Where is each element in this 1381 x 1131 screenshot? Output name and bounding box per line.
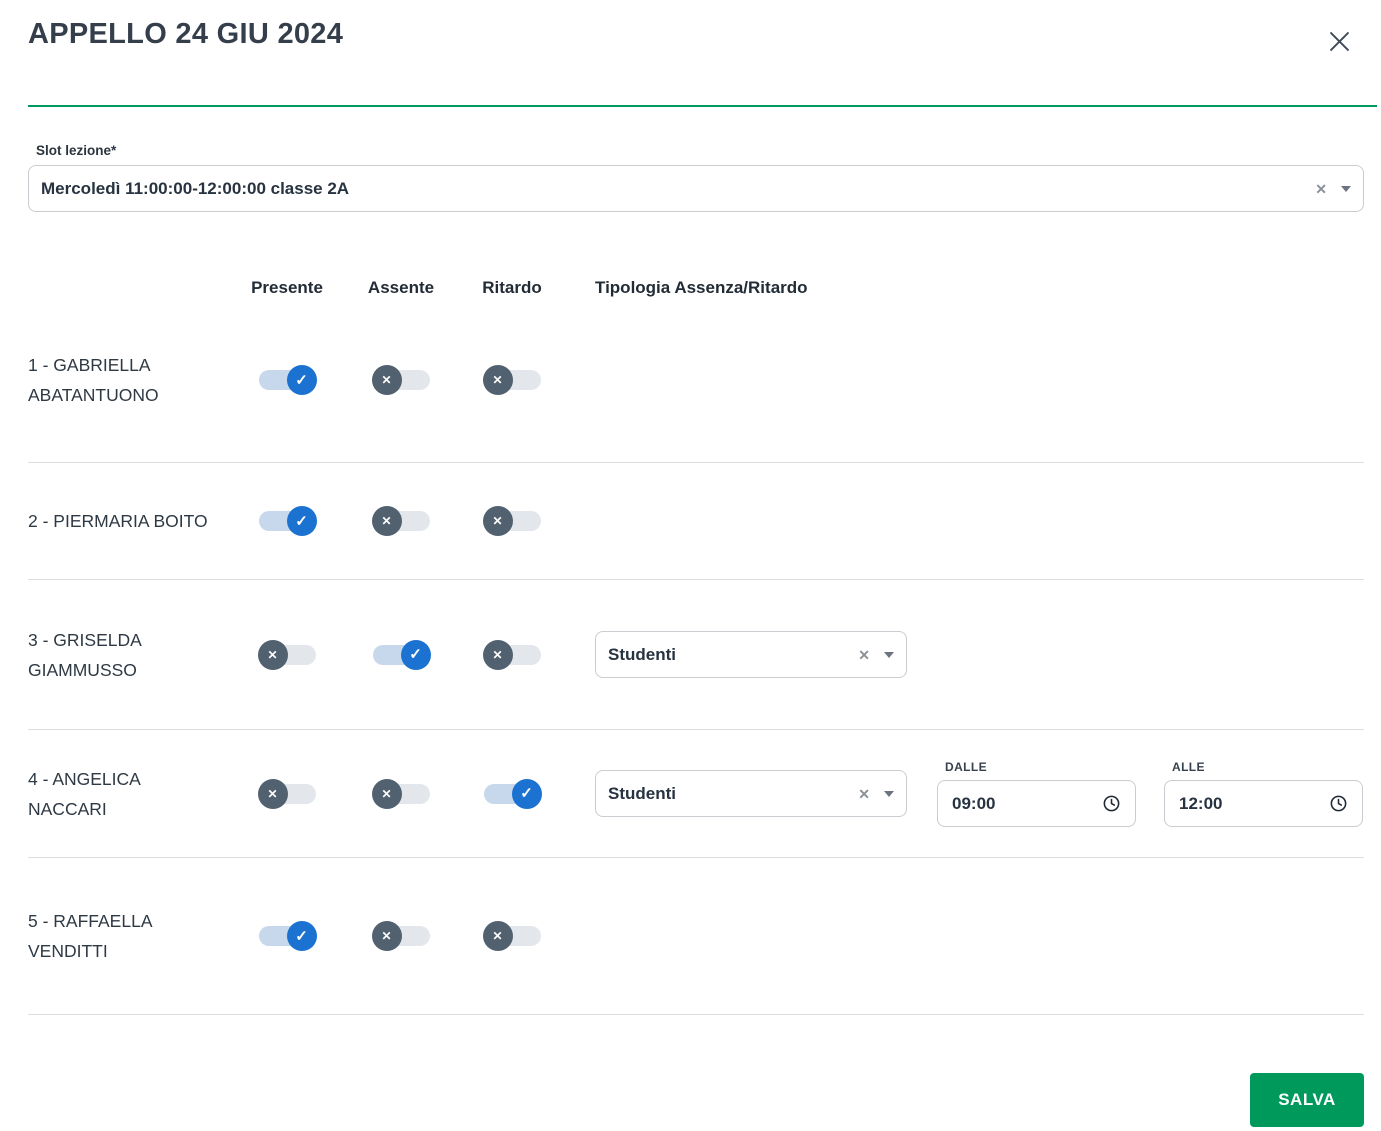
table-row: 5 - RAFFAELLA VENDITTI ✓✕ ✓✕ ✓✕ bbox=[28, 858, 1364, 1015]
cross-icon: ✕ bbox=[381, 786, 392, 801]
tipologia-value: Studenti bbox=[608, 783, 676, 803]
clear-icon[interactable]: ✕ bbox=[858, 787, 870, 801]
chevron-down-icon[interactable] bbox=[884, 651, 894, 658]
clock-icon[interactable] bbox=[1102, 794, 1121, 813]
assente-toggle[interactable]: ✓✕ bbox=[371, 778, 430, 809]
toggle-knob: ✓✕ bbox=[257, 639, 288, 670]
modal-footer: SALVA bbox=[0, 1015, 1381, 1127]
toggle-knob: ✓✕ bbox=[371, 365, 402, 395]
dalle-time-value: 09:00 bbox=[952, 793, 996, 813]
modal-body: Slot lezione* Mercoledì 11:00:00-12:00:0… bbox=[0, 143, 1381, 1015]
toggle-knob: ✓✕ bbox=[257, 778, 288, 809]
toggle-knob: ✓✕ bbox=[482, 506, 513, 536]
cross-icon: ✕ bbox=[381, 929, 392, 943]
assente-toggle[interactable]: ✓✕ bbox=[371, 365, 430, 395]
student-name: 4 - ANGELICA NACCARI bbox=[28, 768, 140, 819]
toggle-knob: ✓✕ bbox=[482, 365, 513, 395]
assente-toggle[interactable]: ✓✕ bbox=[372, 639, 431, 670]
close-icon bbox=[1330, 32, 1349, 51]
toggle-knob: ✓✕ bbox=[371, 506, 402, 536]
toggle-knob: ✓✕ bbox=[371, 778, 402, 809]
student-name: 5 - RAFFAELLA VENDITTI bbox=[28, 911, 152, 961]
ritardo-toggle[interactable]: ✓✕ bbox=[482, 506, 541, 536]
dalle-label: DALLE bbox=[945, 760, 987, 774]
appello-modal: APPELLO 24 GIU 2024 Slot lezione* Mercol… bbox=[0, 0, 1381, 1131]
tipologia-select[interactable]: Studenti ✕ bbox=[595, 770, 907, 817]
presente-toggle[interactable]: ✓✕ bbox=[258, 506, 317, 536]
cross-icon: ✕ bbox=[267, 647, 278, 662]
slot-lezione-label: Slot lezione* bbox=[36, 143, 117, 158]
clear-icon[interactable]: ✕ bbox=[1315, 182, 1327, 196]
toggle-knob: ✓✕ bbox=[371, 921, 402, 951]
alle-label: ALLE bbox=[1172, 760, 1205, 774]
table-header-row: Presente Assente Ritardo Tipologia Assen… bbox=[28, 272, 1364, 298]
chevron-down-icon[interactable] bbox=[1341, 185, 1351, 192]
cross-icon: ✕ bbox=[381, 514, 392, 528]
ritardo-toggle[interactable]: ✓✕ bbox=[482, 639, 541, 670]
presente-toggle[interactable]: ✓✕ bbox=[257, 778, 316, 809]
tipologia-value: Studenti bbox=[608, 644, 676, 664]
cross-icon: ✕ bbox=[267, 786, 278, 801]
table-row: 4 - ANGELICA NACCARI ✓✕ ✓✕ ✓✕ bbox=[28, 730, 1364, 858]
assente-toggle[interactable]: ✓✕ bbox=[371, 506, 430, 536]
table-row: 3 - GRISELDA GIAMMUSSO ✓✕ ✓✕ ✓✕ bbox=[28, 580, 1364, 730]
table-row: 2 - PIERMARIA BOITO ✓✕ ✓✕ ✓✕ bbox=[28, 463, 1364, 580]
ritardo-toggle[interactable]: ✓✕ bbox=[482, 921, 541, 951]
toggle-knob: ✓✕ bbox=[511, 778, 542, 809]
modal-header: APPELLO 24 GIU 2024 bbox=[0, 0, 1381, 61]
presente-toggle[interactable]: ✓✕ bbox=[257, 639, 316, 670]
assente-toggle[interactable]: ✓✕ bbox=[371, 921, 430, 951]
clock-icon[interactable] bbox=[1329, 794, 1348, 813]
alle-time-input[interactable]: 12:00 bbox=[1164, 780, 1363, 827]
check-icon: ✓ bbox=[520, 785, 533, 802]
toggle-knob: ✓✕ bbox=[482, 639, 513, 670]
alle-time-value: 12:00 bbox=[1179, 793, 1223, 813]
student-rows: 1 - GABRIELLA ABATANTUONO ✓✕ ✓✕ ✓✕ bbox=[28, 298, 1364, 1015]
toggle-knob: ✓✕ bbox=[400, 639, 431, 670]
header-tipologia: Tipologia Assenza/Ritardo bbox=[595, 278, 808, 297]
student-name: 2 - PIERMARIA BOITO bbox=[28, 511, 208, 531]
ritardo-toggle[interactable]: ✓✕ bbox=[482, 365, 541, 395]
header-presente: Presente bbox=[251, 278, 323, 297]
check-icon: ✓ bbox=[409, 646, 422, 663]
presente-toggle[interactable]: ✓✕ bbox=[258, 921, 317, 951]
student-name: 1 - GABRIELLA ABATANTUONO bbox=[28, 355, 159, 405]
check-icon: ✓ bbox=[295, 371, 308, 389]
tipologia-select[interactable]: Studenti ✕ bbox=[595, 631, 907, 678]
student-name: 3 - GRISELDA GIAMMUSSO bbox=[28, 629, 141, 680]
table-row: 1 - GABRIELLA ABATANTUONO ✓✕ ✓✕ ✓✕ bbox=[28, 298, 1364, 463]
ritardo-toggle[interactable]: ✓✕ bbox=[483, 778, 542, 809]
check-icon: ✓ bbox=[295, 927, 308, 945]
toggle-knob: ✓✕ bbox=[482, 921, 513, 951]
clear-icon[interactable]: ✕ bbox=[858, 648, 870, 662]
cross-icon: ✕ bbox=[492, 514, 503, 528]
cross-icon: ✕ bbox=[381, 373, 392, 387]
slot-lezione-value: Mercoledì 11:00:00-12:00:00 classe 2A bbox=[41, 178, 350, 198]
header-divider bbox=[28, 105, 1377, 107]
close-button[interactable] bbox=[1320, 22, 1359, 61]
dalle-time-input[interactable]: 09:00 bbox=[937, 780, 1136, 827]
check-icon: ✓ bbox=[295, 512, 308, 530]
toggle-knob: ✓✕ bbox=[286, 506, 317, 536]
slot-lezione-select[interactable]: Mercoledì 11:00:00-12:00:00 classe 2A ✕ bbox=[28, 165, 1364, 212]
toggle-knob: ✓✕ bbox=[286, 365, 317, 395]
presente-toggle[interactable]: ✓✕ bbox=[258, 365, 317, 395]
save-button[interactable]: SALVA bbox=[1250, 1073, 1364, 1127]
cross-icon: ✕ bbox=[492, 929, 503, 943]
slot-lezione-field: Slot lezione* Mercoledì 11:00:00-12:00:0… bbox=[28, 143, 1364, 212]
header-assente: Assente bbox=[367, 278, 435, 297]
cross-icon: ✕ bbox=[492, 373, 503, 387]
page-title: APPELLO 24 GIU 2024 bbox=[28, 18, 344, 50]
header-ritardo: Ritardo bbox=[482, 278, 542, 297]
chevron-down-icon[interactable] bbox=[884, 790, 894, 797]
toggle-knob: ✓✕ bbox=[286, 921, 317, 951]
cross-icon: ✕ bbox=[492, 647, 503, 662]
